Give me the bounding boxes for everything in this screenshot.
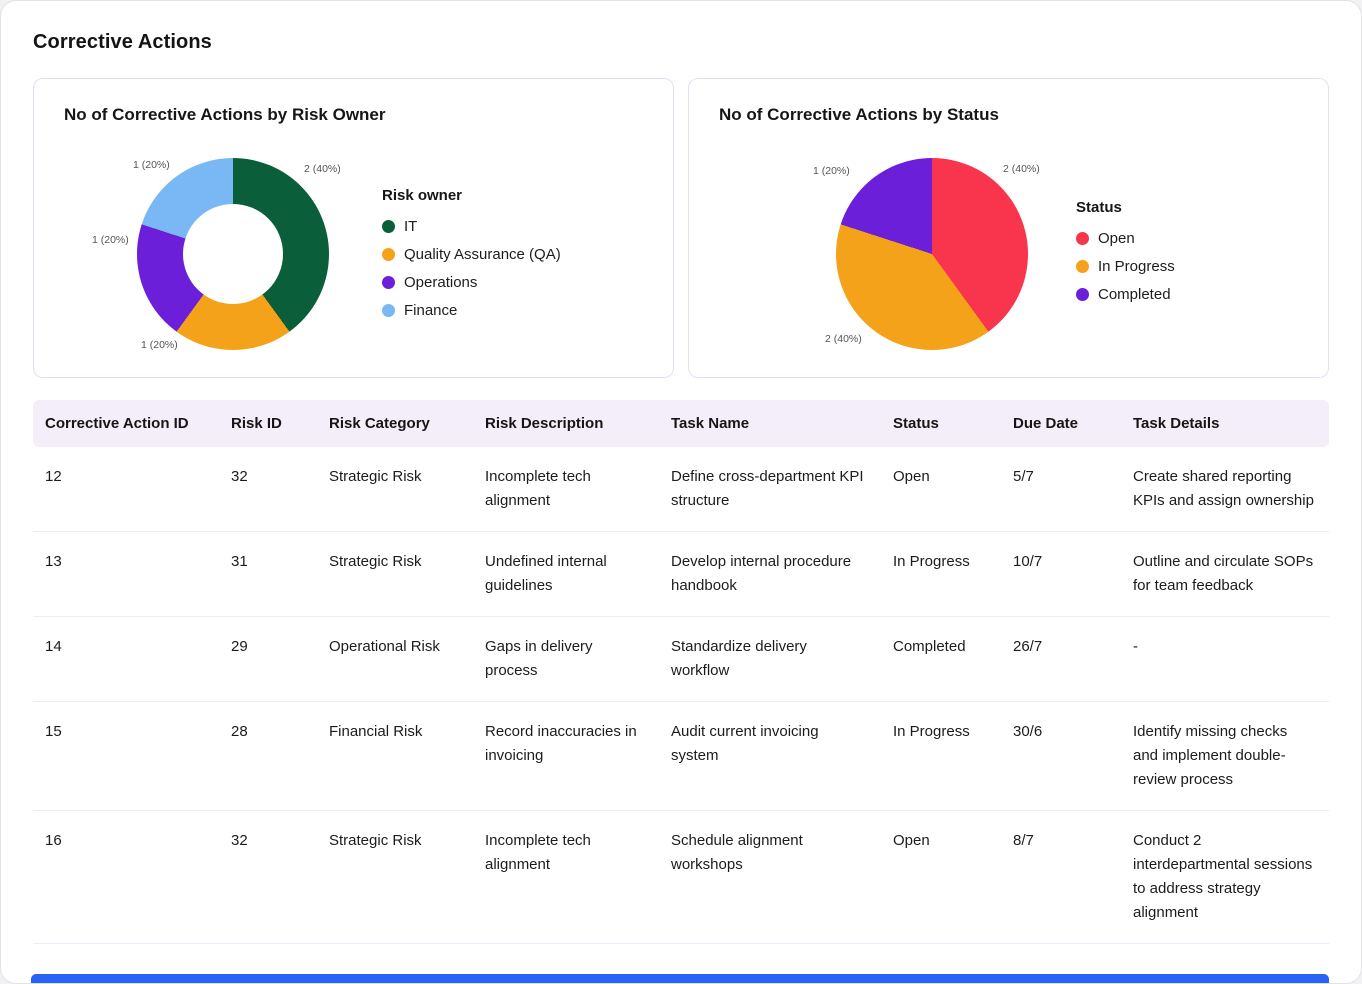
table-cell: -: [1121, 617, 1329, 702]
slice-label: 2 (40%): [1003, 163, 1040, 175]
table-row: 1232Strategic RiskIncomplete tech alignm…: [33, 447, 1329, 532]
table-cell: Create shared reporting KPIs and assign …: [1121, 447, 1329, 532]
chart-title: No of Corrective Actions by Risk Owner: [34, 79, 673, 125]
table-cell: 28: [219, 702, 317, 811]
table-cell: 31: [219, 532, 317, 617]
legend-item[interactable]: Operations: [382, 274, 561, 291]
table-body: 1232Strategic RiskIncomplete tech alignm…: [33, 447, 1329, 944]
column-header-corrective-action-id: Corrective Action ID: [33, 400, 219, 447]
legend-item[interactable]: Open: [1076, 230, 1175, 247]
legend-item-label: Operations: [404, 274, 477, 291]
horizontal-scrollbar[interactable]: [31, 974, 1329, 983]
table-cell: Strategic Risk: [317, 532, 473, 617]
table-cell: Completed: [881, 617, 1001, 702]
table-cell: Outline and circulate SOPs for team feed…: [1121, 532, 1329, 617]
slice-label: 2 (40%): [304, 163, 341, 175]
table-cell: 8/7: [1001, 811, 1121, 944]
legend-item-label: Completed: [1098, 286, 1171, 303]
table-cell: 16: [33, 811, 219, 944]
slice-label: 1 (20%): [141, 339, 178, 351]
table-cell: Record inaccuracies in invoicing: [473, 702, 659, 811]
table-cell: 14: [33, 617, 219, 702]
risk-owner-donut-chart[interactable]: [137, 158, 329, 350]
table-cell: 29: [219, 617, 317, 702]
legend-item[interactable]: Completed: [1076, 286, 1175, 303]
table-cell: 32: [219, 811, 317, 944]
column-header-risk-category: Risk Category: [317, 400, 473, 447]
slice-label: 1 (20%): [133, 159, 170, 171]
table-row: 1429Operational RiskGaps in delivery pro…: [33, 617, 1329, 702]
table-cell: 5/7: [1001, 447, 1121, 532]
legend-item[interactable]: Finance: [382, 302, 561, 319]
status-legend: Status Open In Progress Completed: [1076, 199, 1175, 314]
table-header-row: Corrective Action ID Risk ID Risk Catego…: [33, 400, 1329, 447]
slice-label: 1 (20%): [813, 165, 850, 177]
table-cell: Conduct 2 interdepartmental sessions to …: [1121, 811, 1329, 944]
table-cell: 12: [33, 447, 219, 532]
table-cell: Gaps in delivery process: [473, 617, 659, 702]
column-header-task-details: Task Details: [1121, 400, 1329, 447]
table-cell: Open: [881, 447, 1001, 532]
column-header-status: Status: [881, 400, 1001, 447]
table-cell: In Progress: [881, 532, 1001, 617]
page-title: Corrective Actions: [1, 1, 1361, 78]
legend-item[interactable]: IT: [382, 218, 561, 235]
status-chart-card: No of Corrective Actions by Status 2 (40…: [688, 78, 1329, 378]
table-row: 1331Strategic RiskUndefined internal gui…: [33, 532, 1329, 617]
table-row: 1528Financial RiskRecord inaccuracies in…: [33, 702, 1329, 811]
table-cell: 30/6: [1001, 702, 1121, 811]
table-cell: Develop internal procedure handbook: [659, 532, 881, 617]
legend-item[interactable]: In Progress: [1076, 258, 1175, 275]
table-cell: Identify missing checks and implement do…: [1121, 702, 1329, 811]
table-cell: 10/7: [1001, 532, 1121, 617]
slice-label: 1 (20%): [92, 234, 129, 246]
table-cell: Operational Risk: [317, 617, 473, 702]
table-cell: Incomplete tech alignment: [473, 811, 659, 944]
legend-color-dot: [382, 304, 395, 317]
legend-item-label: Quality Assurance (QA): [404, 246, 561, 263]
legend-color-dot: [1076, 260, 1089, 273]
status-pie-chart[interactable]: [836, 158, 1028, 350]
corrective-actions-table-wrap: Corrective Action ID Risk ID Risk Catego…: [33, 400, 1329, 944]
corrective-actions-page: Corrective Actions No of Corrective Acti…: [0, 0, 1362, 984]
column-header-due-date: Due Date: [1001, 400, 1121, 447]
table-cell: In Progress: [881, 702, 1001, 811]
legend-title: Risk owner: [382, 187, 561, 204]
legend-item-label: IT: [404, 218, 417, 235]
slice-label: 2 (40%): [825, 333, 862, 345]
table-cell: 13: [33, 532, 219, 617]
table-cell: 26/7: [1001, 617, 1121, 702]
legend-color-dot: [382, 248, 395, 261]
table-cell: Strategic Risk: [317, 447, 473, 532]
legend-color-dot: [1076, 232, 1089, 245]
risk-owner-legend: Risk owner IT Quality Assurance (QA) Ope…: [382, 187, 561, 330]
legend-title: Status: [1076, 199, 1175, 216]
table-cell: Standardize delivery workflow: [659, 617, 881, 702]
table-cell: Open: [881, 811, 1001, 944]
column-header-risk-id: Risk ID: [219, 400, 317, 447]
legend-color-dot: [382, 220, 395, 233]
corrective-actions-table: Corrective Action ID Risk ID Risk Catego…: [33, 400, 1329, 944]
table-row: 1632Strategic RiskIncomplete tech alignm…: [33, 811, 1329, 944]
legend-item-label: Open: [1098, 230, 1135, 247]
table-cell: Financial Risk: [317, 702, 473, 811]
table-cell: Undefined internal guidelines: [473, 532, 659, 617]
column-header-task-name: Task Name: [659, 400, 881, 447]
charts-row: No of Corrective Actions by Risk Owner 2…: [33, 78, 1329, 378]
legend-color-dot: [382, 276, 395, 289]
table-cell: Schedule alignment workshops: [659, 811, 881, 944]
table-cell: Strategic Risk: [317, 811, 473, 944]
legend-item-label: In Progress: [1098, 258, 1175, 275]
column-header-risk-description: Risk Description: [473, 400, 659, 447]
table-cell: Audit current invoicing system: [659, 702, 881, 811]
risk-owner-chart-card: No of Corrective Actions by Risk Owner 2…: [33, 78, 674, 378]
chart-title: No of Corrective Actions by Status: [689, 79, 1328, 125]
table-cell: 15: [33, 702, 219, 811]
table-cell: 32: [219, 447, 317, 532]
table-cell: Define cross-department KPI structure: [659, 447, 881, 532]
legend-item-label: Finance: [404, 302, 457, 319]
table-cell: Incomplete tech alignment: [473, 447, 659, 532]
legend-color-dot: [1076, 288, 1089, 301]
legend-item[interactable]: Quality Assurance (QA): [382, 246, 561, 263]
